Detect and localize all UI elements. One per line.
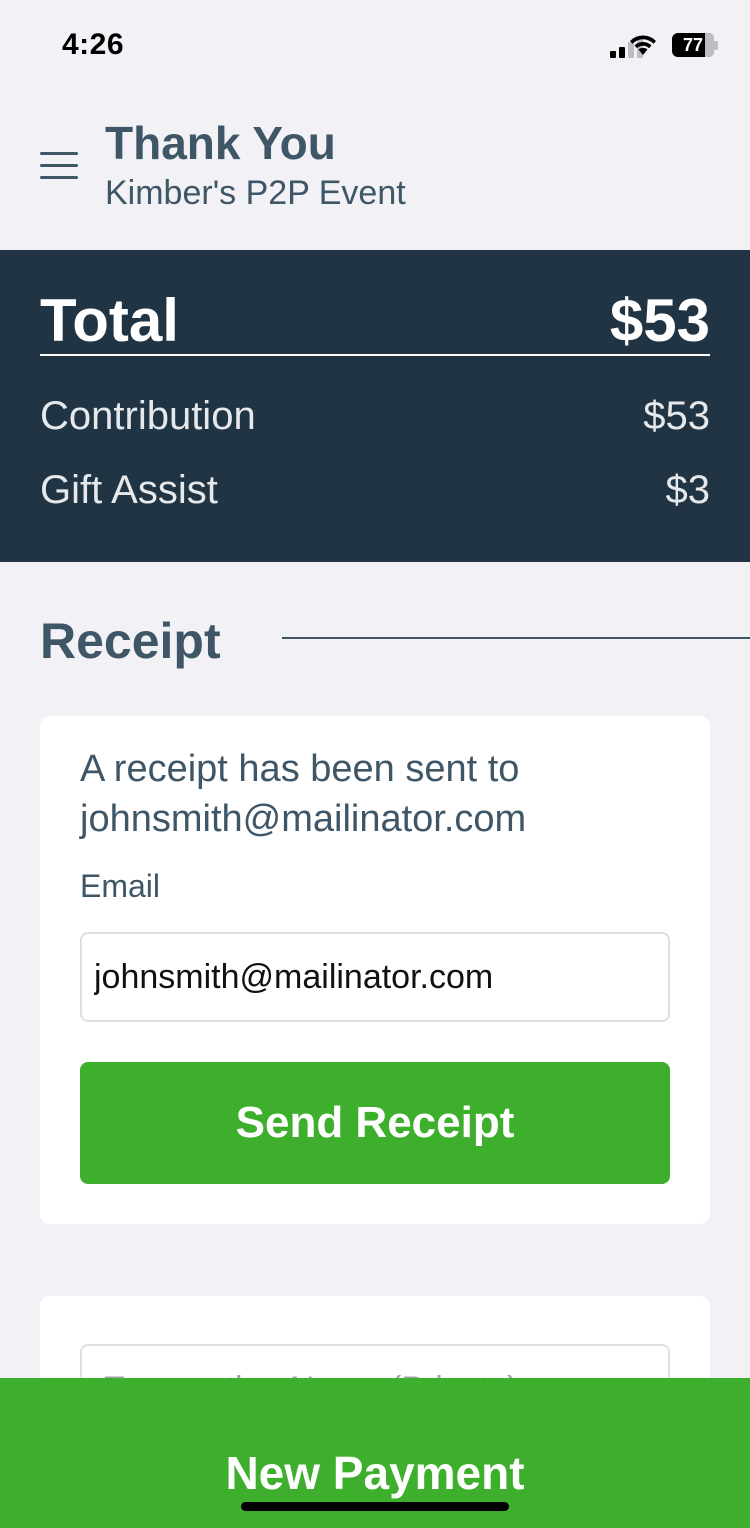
total-label: Total [40,287,179,354]
header: Thank You Kimber's P2P Event [0,90,750,250]
battery-nub [714,41,718,50]
page-subtitle: Kimber's P2P Event [105,174,406,212]
battery-icon: 77 [672,33,714,57]
send-receipt-button[interactable]: Send Receipt [80,1062,670,1184]
total-value: $53 [609,287,710,354]
status-bar: 4:26 77 [0,0,750,90]
battery-level: 77 [682,35,704,55]
contribution-value: $53 [643,394,710,438]
wifi-icon [630,35,656,55]
home-indicator [241,1502,509,1511]
hamburger-menu-icon[interactable] [40,152,78,180]
receipt-sent-message: A receipt has been sent to johnsmith@mai… [80,748,527,840]
section-divider [282,637,750,639]
receipt-card: A receipt has been sent to johnsmith@mai… [40,716,710,1224]
gift-assist-value: $3 [665,468,711,512]
receipt-heading: Receipt [40,613,221,669]
email-label: Email [80,868,161,904]
contribution-row: Contribution $53 [40,394,710,444]
gift-assist-label: Gift Assist [40,468,218,512]
email-field[interactable] [80,932,670,1022]
contribution-label: Contribution [40,394,256,438]
gift-assist-row: Gift Assist $3 [40,468,710,518]
totals-panel: Total $53 Contribution $53 Gift Assist $… [0,250,750,562]
page-title: Thank You [105,117,336,169]
total-row: Total $53 [40,286,710,356]
status-time: 4:26 [62,28,125,61]
